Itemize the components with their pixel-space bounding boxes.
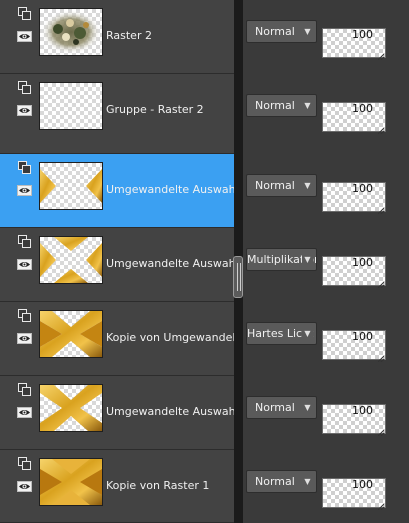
layer-row[interactable]: Umgewandelte Auswahl Normal ▼ 100 [0, 376, 409, 450]
opacity-field[interactable]: 100 [322, 182, 386, 215]
layer-row-body[interactable]: Umgewandelte Auswahl [0, 228, 234, 302]
layer-thumbnail[interactable] [39, 458, 103, 506]
blend-mode-value: Normal [255, 475, 295, 488]
eye-icon[interactable] [17, 257, 32, 271]
eye-icon[interactable] [17, 331, 32, 345]
layer-thumbnail[interactable] [39, 82, 103, 130]
opacity-value: 100 [352, 102, 373, 115]
layer-link-icon[interactable] [17, 6, 32, 20]
layer-name[interactable]: Umgewandelte Auswahl [106, 257, 234, 270]
layer-link-icon[interactable] [17, 234, 32, 248]
layer-row[interactable]: Umgewandelte Auswahl Normal ▼ 100 [0, 154, 409, 228]
layer-thumbnail[interactable] [39, 236, 103, 284]
blend-mode-dropdown[interactable]: Normal ▼ [246, 470, 317, 493]
layer-name[interactable]: Raster 2 [106, 29, 234, 42]
layer-row-body[interactable]: Kopie von Umgewandelte Auswahl [0, 302, 234, 376]
layer-thumbnail[interactable] [39, 8, 103, 56]
chevron-down-icon: ▼ [302, 323, 313, 344]
opacity-field[interactable]: 100 [322, 478, 386, 511]
layer-row-body[interactable]: Gruppe - Raster 2 [0, 74, 234, 154]
resize-grip-icon [377, 204, 385, 215]
layer-name[interactable]: Kopie von Raster 1 [106, 479, 234, 492]
resize-grip-icon [377, 50, 385, 61]
layer-name[interactable]: Kopie von Umgewandelte Auswahl [106, 331, 234, 344]
layer-thumbnail[interactable] [39, 162, 103, 210]
chevron-down-icon: ▼ [302, 397, 313, 418]
blend-mode-dropdown[interactable]: Normal ▼ [246, 174, 317, 197]
layer-row-body[interactable]: Raster 2 [0, 0, 234, 74]
eye-icon[interactable] [17, 29, 32, 43]
chevron-down-icon: ▼ [302, 95, 313, 116]
blend-mode-dropdown[interactable]: Multiplikation ▼ [246, 248, 317, 271]
opacity-field[interactable]: 100 [322, 256, 386, 289]
resize-grip-icon [377, 426, 385, 437]
splitter-handle[interactable] [233, 256, 243, 298]
layer-name[interactable]: Umgewandelte Auswahl [106, 183, 234, 196]
chevron-down-icon: ▼ [302, 175, 313, 196]
layer-row[interactable]: Umgewandelte Auswahl Multiplikation ▼ 10… [0, 228, 409, 302]
opacity-field[interactable]: 100 [322, 404, 386, 437]
opacity-field[interactable]: 100 [322, 330, 386, 363]
opacity-value: 100 [352, 256, 373, 269]
layer-row-body[interactable]: Umgewandelte Auswahl [0, 154, 234, 228]
layer-link-icon[interactable] [17, 456, 32, 470]
layer-link-icon[interactable] [17, 160, 32, 174]
layer-name[interactable]: Umgewandelte Auswahl [106, 405, 234, 418]
resize-grip-icon [377, 124, 385, 135]
eye-icon[interactable] [17, 183, 32, 197]
layer-row[interactable]: Kopie von Umgewandelte Auswahl Hartes Li… [0, 302, 409, 376]
layer-thumbnail[interactable] [39, 384, 103, 432]
opacity-field[interactable]: 100 [322, 102, 386, 135]
eye-icon[interactable] [17, 103, 32, 117]
resize-grip-icon [377, 352, 385, 363]
opacity-value: 100 [352, 28, 373, 41]
opacity-value: 100 [352, 404, 373, 417]
resize-grip-icon [377, 500, 385, 511]
opacity-value: 100 [352, 182, 373, 195]
chevron-down-icon: ▼ [302, 471, 313, 492]
layer-row[interactable]: Raster 2 Normal ▼ 100 [0, 0, 409, 74]
layer-row[interactable]: Kopie von Raster 1 Normal ▼ 100 [0, 450, 409, 523]
blend-mode-dropdown[interactable]: Normal ▼ [246, 94, 317, 117]
layer-link-icon[interactable] [17, 80, 32, 94]
blend-mode-value: Normal [255, 401, 295, 414]
opacity-value: 100 [352, 330, 373, 343]
opacity-value: 100 [352, 478, 373, 491]
blend-mode-dropdown[interactable]: Hartes Licht ▼ [246, 322, 317, 345]
eye-icon[interactable] [17, 479, 32, 493]
layers-panel: Raster 2 Normal ▼ 100 Gruppe - Raster 2 … [0, 0, 409, 523]
eye-icon[interactable] [17, 405, 32, 419]
blend-mode-dropdown[interactable]: Normal ▼ [246, 20, 317, 43]
chevron-down-icon: ▼ [302, 21, 313, 42]
blend-mode-value: Normal [255, 99, 295, 112]
blend-mode-value: Normal [255, 179, 295, 192]
opacity-field[interactable]: 100 [322, 28, 386, 61]
layer-link-icon[interactable] [17, 382, 32, 396]
blend-mode-dropdown[interactable]: Normal ▼ [246, 396, 317, 419]
layer-row[interactable]: Gruppe - Raster 2 Normal ▼ 100 [0, 74, 409, 154]
chevron-down-icon: ▼ [302, 249, 313, 270]
blend-mode-value: Normal [255, 25, 295, 38]
layer-row-body[interactable]: Umgewandelte Auswahl [0, 376, 234, 450]
resize-grip-icon [377, 278, 385, 289]
layer-name[interactable]: Gruppe - Raster 2 [106, 103, 234, 116]
layer-link-icon[interactable] [17, 308, 32, 322]
layer-row-body[interactable]: Kopie von Raster 1 [0, 450, 234, 523]
layer-thumbnail[interactable] [39, 310, 103, 358]
